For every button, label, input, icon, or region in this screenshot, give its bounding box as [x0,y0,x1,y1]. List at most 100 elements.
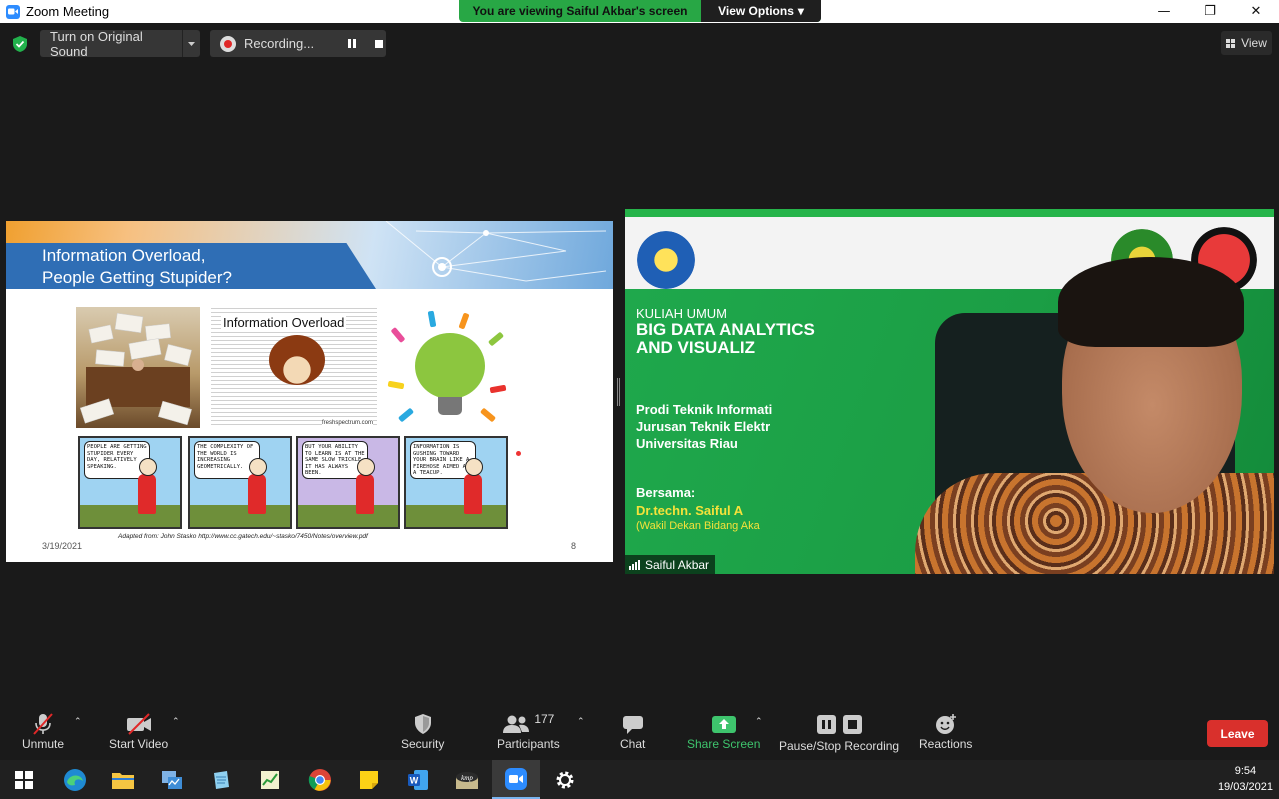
comic-panel-1: People are getting stupider every day, r… [78,436,182,529]
shared-screen-slide: Information Overload, People Getting Stu… [6,221,613,562]
minimize-icon: — [1157,4,1171,19]
comic-speech-4: Information is gushing toward your brain… [410,441,476,479]
taskbar-settings[interactable] [541,760,589,799]
unmute-label: Unmute [22,737,65,751]
bg-text-bersama: Bersama: [636,485,696,500]
bg-text-title-2: AND VISUALIZ [636,338,755,357]
share-screen-button[interactable]: Share Screen [687,711,760,751]
leave-meeting-button[interactable]: Leave [1207,720,1268,747]
recording-label: Recording... [244,36,315,51]
image-source: freshspectrum.com [321,420,373,426]
comic-speech-3: But your ability to learn is at the same… [302,441,368,479]
start-video-button[interactable]: Start Video [109,711,168,751]
participants-button[interactable]: 177 Participants [497,711,560,751]
start-video-label: Start Video [109,737,169,751]
taskbar-edge[interactable] [51,760,99,799]
comic-panel-2: The complexity of the world is increasin… [188,436,292,529]
speaker-video-tile[interactable]: KULIAH UMUM BIG DATA ANALYTICS AND VISUA… [625,209,1274,574]
bg-text-role: (Wakil Dekan Bidang Aka [636,520,760,532]
overloaded-head-illustration [269,335,325,385]
security-shield-icon [413,711,433,737]
notepad-icon [214,770,229,789]
comic-speech-1: People are getting stupider every day, r… [84,441,150,479]
encryption-shield-icon[interactable] [11,35,29,53]
participant-name-tag: Saiful Akbar [625,555,716,574]
slide-date: 3/19/2021 [42,541,83,551]
bg-text-prodi: Prodi Teknik Informati [636,402,773,417]
share-screen-icon [711,711,737,737]
information-overload-image: Information Overload freshspectrum.com [211,307,377,428]
taskbar-task-manager[interactable] [148,760,196,799]
word-icon: W [408,769,428,790]
taskbar-notepad[interactable] [197,760,245,799]
caret-down-icon [188,41,195,46]
tut-wuri-handayani-logo [637,231,695,289]
clock-time: 9:54 [1234,765,1257,777]
video-options-caret[interactable]: ⌃ [172,716,180,727]
taskbar-spreadsheet[interactable] [246,760,294,799]
spreadsheet-icon [261,770,279,789]
windows-start-button[interactable] [0,760,48,799]
speaker-person [775,233,1274,574]
view-layout-button[interactable]: View [1221,31,1272,55]
system-clock[interactable]: 9:54 19/03/2021 [1218,763,1273,795]
svg-text:kmp: kmp [461,774,473,782]
view-label: View [1241,36,1267,50]
bg-text-kuliah-umum: KULIAH UMUM [636,306,728,321]
slide-credit: Adapted from: John Stasko http://www.cc.… [118,533,368,540]
taskbar-kmplayer[interactable]: kmp [443,760,491,799]
windows-taskbar: W kmp 9:54 19/03/2021 [0,760,1279,799]
svg-text:W: W [410,775,419,785]
original-sound-dropdown[interactable] [182,30,200,57]
sticky-notes-icon [360,770,378,789]
unmute-button[interactable]: Unmute [22,711,64,751]
lightbulb-icon [415,333,485,399]
security-button[interactable]: Security [401,711,444,751]
participants-icon [503,715,530,733]
comic-panel-4: Information is gushing toward your brain… [404,436,508,529]
grid-view-icon [1226,38,1236,48]
original-sound-toggle[interactable]: Turn on Original Sound [40,29,200,59]
chat-label: Chat [620,737,646,751]
participants-options-caret[interactable]: ⌃ [577,716,585,727]
smiley-add-icon [934,711,958,737]
taskbar-word[interactable]: W [394,760,442,799]
bg-text-speaker: Dr.techn. Saiful A [636,503,744,518]
taskbar-file-explorer[interactable] [99,760,147,799]
taskbar-sticky-notes[interactable] [345,760,393,799]
audio-options-caret[interactable]: ⌃ [74,716,82,727]
recording-icon [220,35,236,52]
image-caption: Information Overload [221,315,347,330]
restore-button[interactable]: ❐ [1187,0,1233,23]
clock-date: 19/03/2021 [1217,781,1273,793]
pause-stop-recording-button[interactable]: Pause/Stop Recording [779,711,899,753]
zoom-icon [505,767,527,790]
folder-icon [112,772,134,789]
minimize-button[interactable]: — [1141,0,1187,23]
video-off-icon [125,711,153,737]
signal-strength-icon [629,559,640,570]
stop-icon [842,714,862,734]
slide-title: Information Overload, People Getting Stu… [42,246,232,287]
windows-logo-icon [15,770,33,789]
taskbar-zoom[interactable] [492,760,540,799]
taskbar-chrome[interactable] [296,760,344,799]
chat-bubble-icon [621,711,645,737]
share-options-caret[interactable]: ⌃ [755,716,763,727]
slide-page-number: 8 [571,541,577,551]
close-button[interactable]: ✕ [1233,0,1279,23]
pause-icon [816,714,836,734]
security-label: Security [401,737,445,751]
pause-recording-icon[interactable] [348,39,356,48]
participant-name: Saiful Akbar [645,557,710,572]
split-view-resize-handle[interactable] [617,378,620,406]
meeting-toolbar: Unmute ⌃ Start Video ⌃ Security 177 Part… [0,703,1279,760]
viewing-screen-banner: You are viewing Saiful Akbar's screen Vi… [459,0,821,22]
chat-button[interactable]: Chat [620,711,645,751]
zoom-app-icon [6,4,20,19]
lightbulb-illustration [385,307,511,428]
stop-recording-icon[interactable] [375,39,383,48]
participants-count: 177 [534,712,555,726]
view-options-button[interactable]: View Options ▾ [701,0,821,22]
reactions-button[interactable]: Reactions [919,711,972,751]
